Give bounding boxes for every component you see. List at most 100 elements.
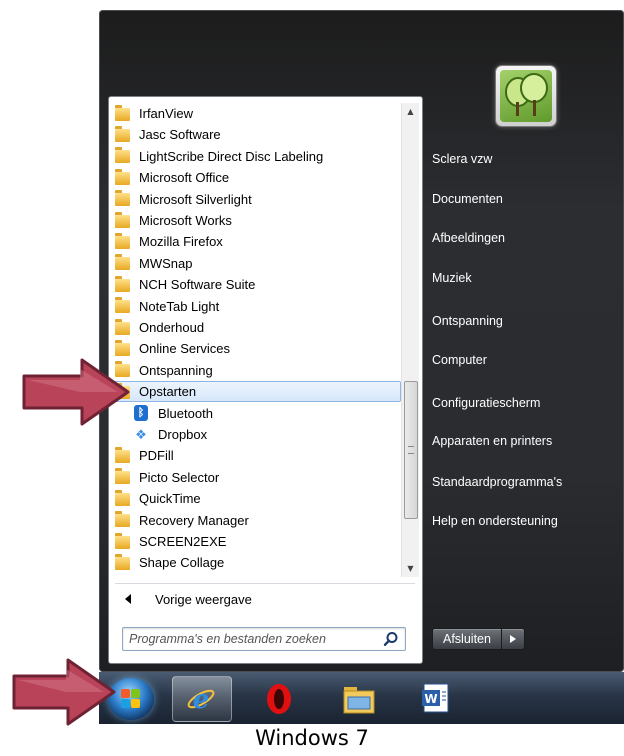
program-item[interactable]: Jasc Software — [113, 124, 401, 145]
program-item[interactable]: Recovery Manager — [113, 510, 401, 531]
user-picture[interactable] — [496, 66, 556, 126]
shutdown-options-button[interactable] — [501, 628, 525, 650]
program-label: QuickTime — [139, 491, 201, 507]
program-item[interactable]: Mozilla Firefox — [113, 231, 401, 252]
program-label: PDFill — [139, 448, 174, 464]
right-menu-item[interactable]: Muziek — [432, 265, 472, 291]
program-item[interactable]: NCH Software Suite — [113, 274, 401, 295]
program-label: Opstarten — [139, 384, 197, 400]
caption: Windows 7 — [255, 726, 369, 750]
program-item[interactable]: Picto Selector — [113, 467, 401, 488]
back-button[interactable]: Vorige weergave — [121, 587, 401, 611]
file-explorer-icon — [343, 687, 375, 714]
program-item[interactable]: PDFill — [113, 445, 401, 466]
program-item[interactable]: SCREEN2EXE — [113, 531, 401, 552]
windows-logo-icon — [121, 689, 141, 709]
trees-icon — [500, 70, 552, 122]
shutdown-button[interactable]: Afsluiten — [432, 628, 502, 650]
folder-icon — [115, 553, 131, 571]
program-item[interactable]: Onderhoud — [113, 317, 401, 338]
opera-icon — [267, 684, 291, 714]
arrow-left-icon — [125, 594, 131, 604]
program-label: Microsoft Works — [139, 213, 232, 228]
right-menu-item[interactable]: Sclera vzw — [432, 146, 492, 172]
search-icon[interactable] — [383, 631, 399, 647]
right-menu-item[interactable]: Documenten — [432, 186, 503, 212]
program-label: Picto Selector — [139, 469, 220, 485]
svg-text:e: e — [193, 685, 210, 714]
folder-icon — [115, 168, 131, 186]
program-label: NCH Software Suite — [139, 277, 256, 293]
dropbox-icon: ❖ — [135, 426, 147, 442]
program-label: IrfanView — [139, 106, 193, 121]
search-box[interactable] — [122, 627, 406, 651]
program-label: Dropbox — [158, 427, 208, 442]
pointer-arrow-programs — [22, 358, 130, 426]
word-icon: W — [422, 683, 449, 713]
program-item[interactable]: MWSnap — [113, 253, 401, 274]
folder-icon — [115, 275, 131, 293]
folder-icon — [115, 339, 131, 357]
scroll-up-icon[interactable]: ▲ — [402, 103, 419, 120]
folder-icon — [115, 211, 131, 229]
right-menu-item[interactable]: Apparaten en printers — [432, 428, 552, 454]
program-label: Mozilla Firefox — [139, 234, 223, 250]
right-menu-item[interactable]: Ontspanning — [432, 308, 503, 334]
pointer-arrow-start — [12, 658, 116, 726]
folder-icon — [115, 297, 131, 314]
program-label: Shape Collage — [139, 555, 225, 571]
folder-icon — [115, 190, 131, 207]
divider — [115, 583, 415, 584]
folder-icon — [115, 489, 131, 507]
folder-icon — [115, 147, 131, 164]
right-menu-item[interactable]: Computer — [432, 347, 487, 373]
right-menu-item[interactable]: Configuratiescherm — [432, 390, 540, 416]
folder-icon — [115, 104, 131, 122]
right-menu-item[interactable]: Afbeeldingen — [432, 225, 505, 251]
program-item[interactable]: ❖ Dropbox — [131, 424, 401, 445]
program-item[interactable]: LightScribe Direct Disc Labeling — [113, 146, 401, 167]
program-label: SCREEN2EXE — [139, 534, 227, 549]
back-label: Vorige weergave — [155, 591, 252, 607]
program-label: Jasc Software — [139, 127, 221, 143]
folder-icon — [115, 232, 131, 250]
program-label: NoteTab Light — [139, 298, 220, 314]
scroll-down-icon[interactable]: ▼ — [402, 560, 419, 577]
screenshot: IrfanView Jasc Software LightScribe Direct… — [0, 0, 624, 756]
program-item[interactable]: Shape Collage — [113, 552, 401, 573]
internet-explorer-icon: e — [187, 685, 215, 714]
right-menu-item[interactable]: Standaardprogramma's — [432, 469, 562, 495]
program-label: Bluetooth — [158, 405, 213, 421]
folder-icon — [115, 446, 131, 464]
folder-icon — [115, 532, 131, 550]
search-input[interactable] — [127, 629, 371, 649]
program-item[interactable]: IrfanView — [113, 103, 401, 124]
program-label: Microsoft Silverlight — [139, 191, 252, 207]
program-label: Ontspanning — [139, 362, 213, 378]
folder-icon — [115, 468, 131, 485]
program-label: Microsoft Office — [139, 170, 230, 186]
program-label: Onderhoud — [139, 320, 205, 335]
program-label: Recovery Manager — [139, 512, 249, 528]
scroll-thumb[interactable] — [404, 381, 418, 519]
shutdown-group: Afsluiten — [432, 628, 525, 650]
right-menu-item[interactable]: Help en ondersteuning — [432, 508, 558, 534]
program-item[interactable]: Microsoft Office — [113, 167, 401, 188]
svg-text:W: W — [424, 692, 437, 706]
programs-list: IrfanView Jasc Software LightScribe Direct… — [109, 103, 401, 581]
folder-icon — [115, 511, 131, 528]
program-item[interactable]: Online Services — [113, 338, 401, 359]
programs-pane: IrfanView Jasc Software LightScribe Direct… — [108, 96, 423, 664]
program-item[interactable]: ᛒ Bluetooth — [131, 403, 401, 424]
program-label: Online Services — [139, 341, 231, 357]
folder-icon — [115, 125, 131, 143]
program-item[interactable]: Ontspanning — [113, 360, 401, 381]
program-item[interactable]: Microsoft Silverlight — [113, 189, 401, 210]
program-item[interactable]: Microsoft Works — [113, 210, 401, 231]
bluetooth-icon: ᛒ — [133, 405, 149, 422]
programs-scrollbar[interactable]: ▲ ▼ — [401, 103, 419, 577]
folder-icon — [115, 254, 131, 271]
program-item[interactable]: NoteTab Light — [113, 296, 401, 317]
program-item[interactable]: QuickTime — [113, 488, 401, 509]
program-item[interactable]: Opstarten — [113, 381, 401, 403]
